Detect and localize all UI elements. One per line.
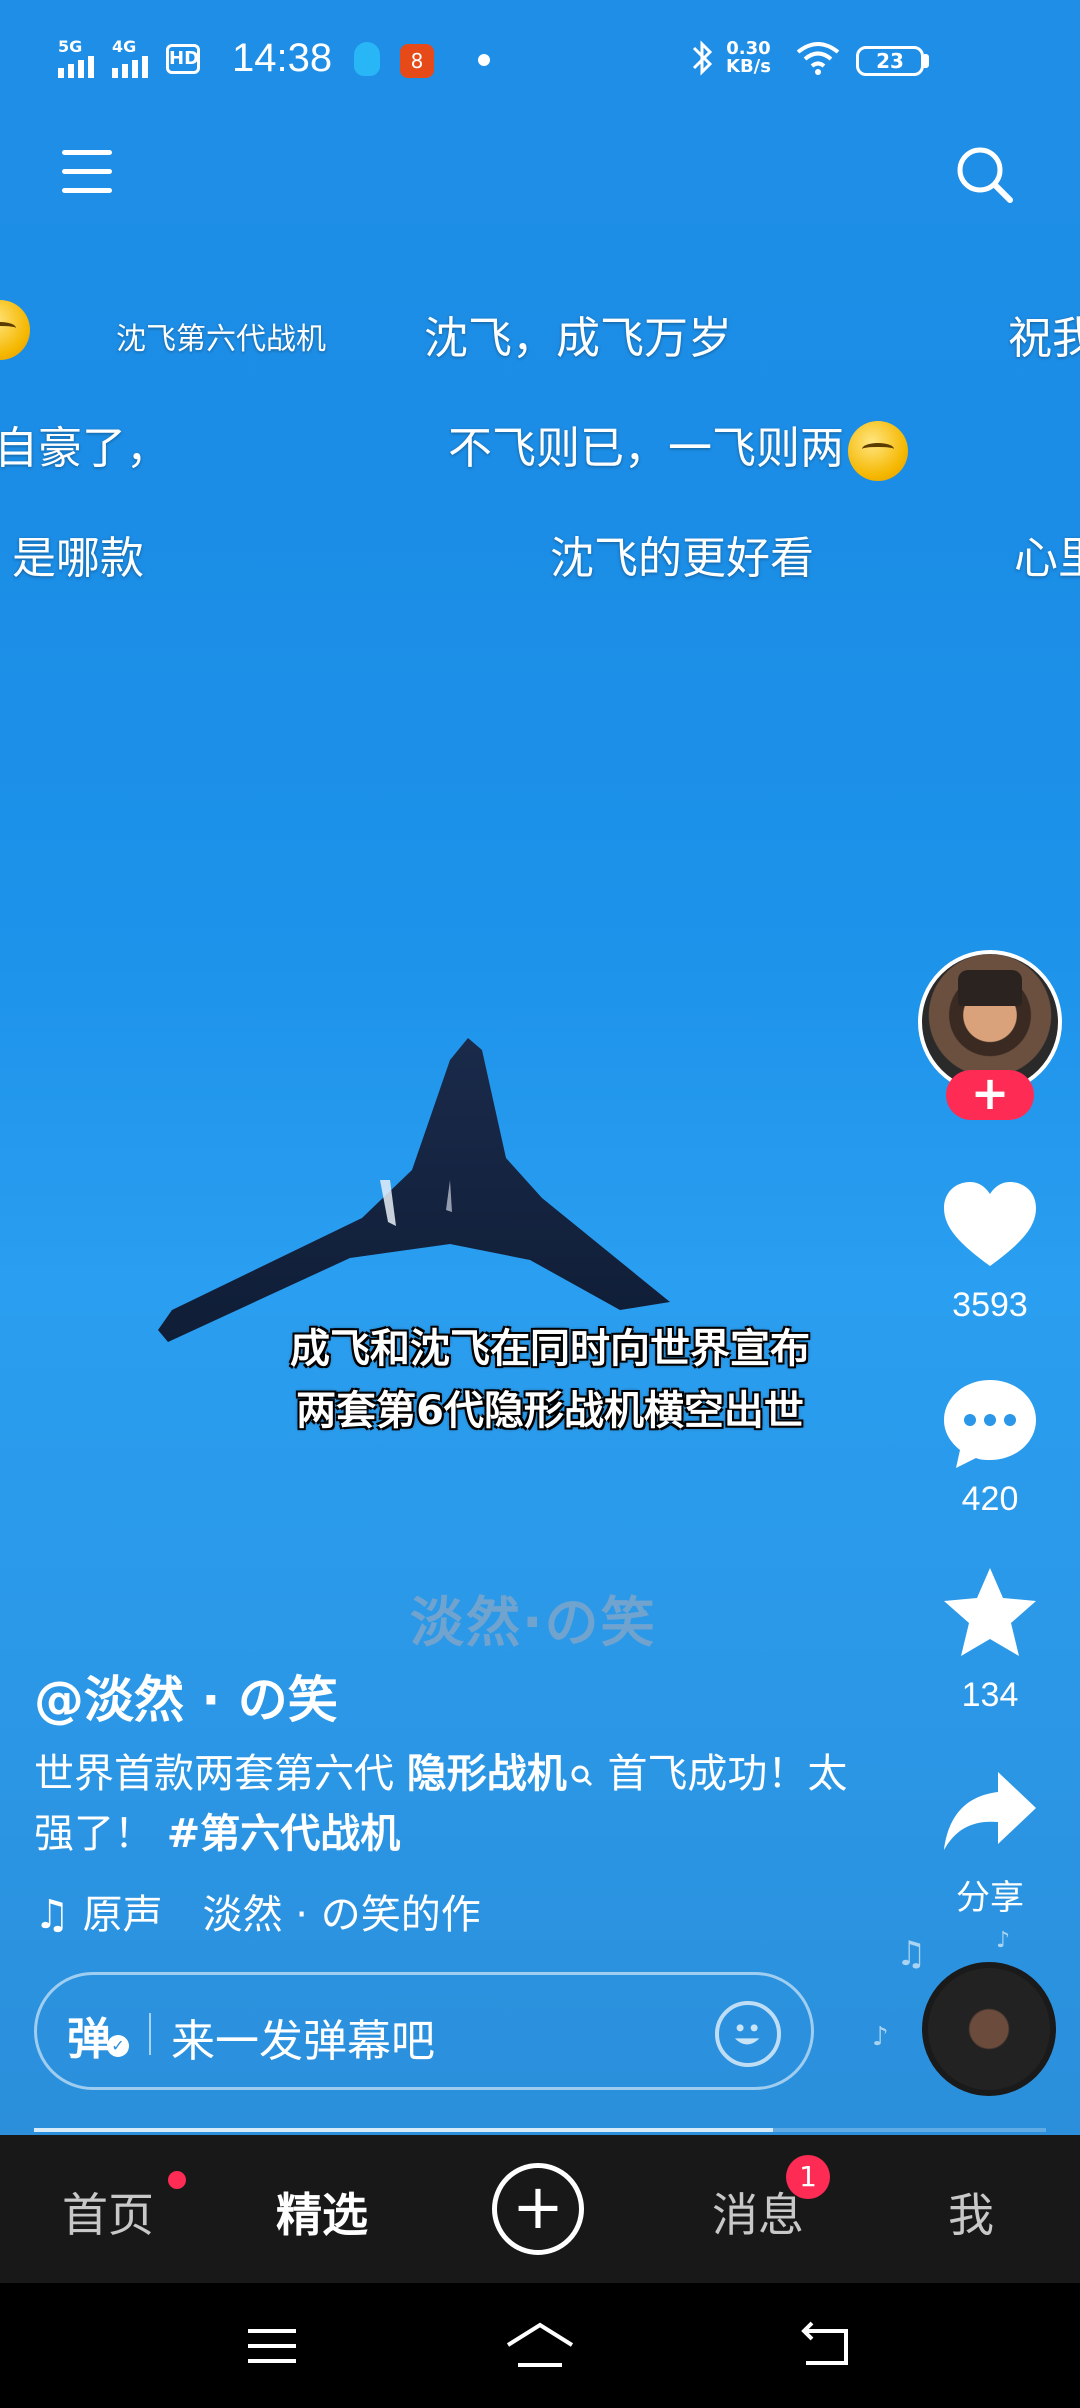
battery-tip	[924, 54, 929, 68]
danmaku-comment: 祝我	[1008, 313, 1080, 364]
emoji-icon[interactable]	[715, 2001, 781, 2067]
like-count: 3593	[952, 1286, 1028, 1324]
music-disc-icon[interactable]	[922, 1962, 1056, 2096]
danmaku-comment: 不飞则已，一飞则两	[448, 412, 908, 481]
hd-icon: HD	[166, 44, 200, 74]
wifi-icon	[796, 42, 840, 75]
signal-icon	[58, 56, 98, 78]
music-author: 淡然 · の笑的作	[202, 1892, 481, 1938]
danmaku-comment: 沈飞第六代战机	[116, 322, 326, 357]
network-4g-label: 4G	[112, 37, 137, 56]
music-note-icon: ♪	[996, 1928, 1011, 1953]
danmaku-comment: 心里	[1014, 533, 1080, 584]
notification-dot	[168, 2171, 186, 2189]
video-progress-fill	[34, 2128, 773, 2132]
hashtag-link[interactable]: #第六代战机	[167, 1811, 401, 1857]
tab-me[interactable]: 我	[948, 2179, 994, 2245]
favorite-count: 134	[961, 1676, 1019, 1714]
messages-badge: 1	[786, 2155, 830, 2199]
bottom-tab-bar: 首页 精选 + 消息 1 我	[0, 2135, 1080, 2283]
video-player[interactable]: 5G 4G HD 14:38 8 0.30 KB/s 23 沈飞第六代战机 沈飞…	[0, 0, 1080, 2135]
comment-count: 420	[961, 1480, 1019, 1518]
video-subtitle-line2: 两套第6代隐形战机横空出世	[296, 1388, 804, 1434]
notification-app-icon: 8	[400, 44, 434, 78]
menu-icon[interactable]	[242, 2319, 302, 2373]
clock: 14:38	[232, 36, 333, 80]
home-icon[interactable]	[504, 2319, 576, 2373]
music-note-icon: ♫	[34, 1892, 70, 1938]
video-watermark: 淡然·の笑	[410, 1591, 657, 1654]
share-label: 分享	[956, 1879, 1024, 1917]
divider	[149, 2013, 151, 2055]
danmaku-comment: 沈飞，成飞万岁	[424, 313, 732, 364]
favorite-star-button[interactable]	[940, 1564, 1040, 1664]
network-5g-label: 5G	[58, 37, 83, 56]
danmaku-comment: 沈飞的更好看	[550, 533, 814, 584]
network-speed: 0.30 KB/s	[726, 38, 771, 77]
fighter-jet-image	[158, 1038, 670, 1342]
video-subtitle-line1: 成飞和沈飞在同时向世界宣布	[290, 1326, 810, 1372]
danmaku-placeholder: 来一发弹幕吧	[171, 2016, 435, 2067]
danmaku-comment: 是哪款	[12, 533, 144, 584]
share-button[interactable]	[940, 1762, 1040, 1862]
danmaku-toggle[interactable]: 弹	[67, 2003, 111, 2067]
tab-home[interactable]: 首页	[62, 2179, 154, 2245]
music-info[interactable]: ♫ 原声 淡然 · の笑的作	[34, 1882, 574, 1940]
back-icon[interactable]	[796, 2319, 856, 2373]
bluetooth-icon	[690, 38, 714, 87]
follow-button[interactable]: +	[946, 1070, 1034, 1120]
qq-icon	[354, 42, 380, 76]
status-bar: 5G 4G HD 14:38 8 0.30 KB/s 23	[0, 0, 1080, 120]
tab-featured[interactable]: 精选	[276, 2179, 368, 2245]
danmaku-emoji	[0, 300, 30, 360]
like-button[interactable]	[940, 1176, 1040, 1276]
search-icon[interactable]	[954, 144, 1016, 206]
author-name[interactable]: @淡然 · の笑	[34, 1660, 338, 1732]
search-icon	[571, 1765, 592, 1787]
comment-button[interactable]	[940, 1374, 1040, 1474]
danmaku-comment: 自豪了，	[0, 423, 170, 474]
more-notifications-icon	[478, 54, 490, 66]
keyword-link[interactable]: 隐形战机	[407, 1751, 595, 1797]
music-note-icon: ♫	[896, 1934, 927, 1974]
video-progress-bar[interactable]	[34, 2128, 1046, 2132]
battery-icon: 23	[856, 46, 924, 76]
check-icon: ✓	[107, 2035, 129, 2057]
signal-icon-2	[112, 56, 152, 78]
video-description: 世界首款两套第六代 隐形战机 首飞成功！太强了！ #第六代战机	[34, 1751, 848, 1857]
music-note-icon: ♪	[872, 2022, 889, 2052]
create-button[interactable]: +	[492, 2163, 584, 2255]
system-navigation-bar	[0, 2283, 1080, 2408]
music-title: 原声	[82, 1892, 163, 1938]
menu-icon[interactable]	[62, 150, 112, 198]
danmaku-input[interactable]: 弹 ✓ 来一发弹幕吧	[34, 1972, 814, 2090]
